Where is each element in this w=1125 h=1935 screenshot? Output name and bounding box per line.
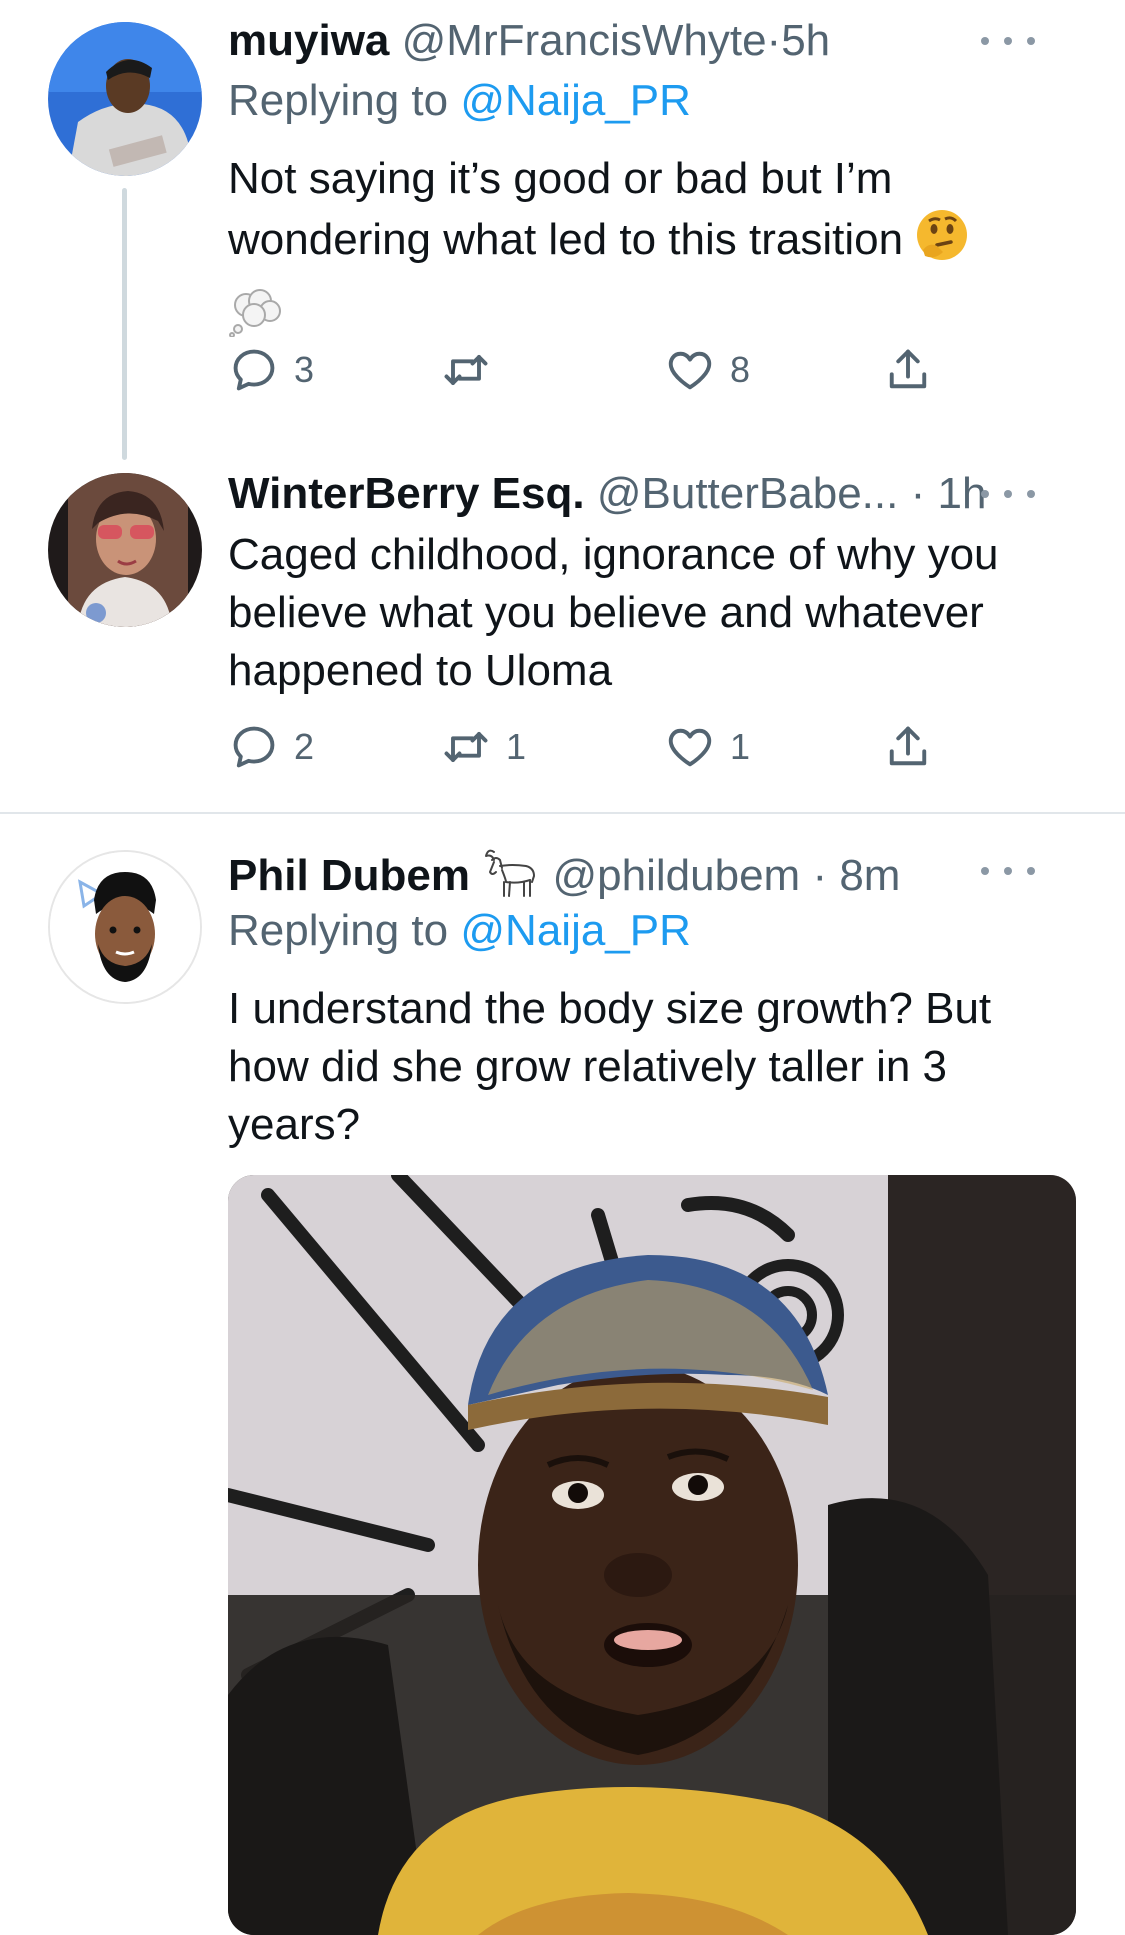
retweet-count: 1	[506, 726, 527, 767]
replying-prefix: Replying to	[228, 906, 449, 955]
avatar[interactable]	[48, 850, 202, 1004]
divider	[0, 812, 1125, 814]
tweet-media-image[interactable]	[228, 1175, 1076, 1935]
reply-icon	[233, 726, 275, 768]
tweet-text-content: I understand the body size growth? But h…	[228, 984, 992, 1149]
display-name[interactable]: WinterBerry Esq.	[228, 469, 585, 518]
tweet-header: Phil Dubem @phildubem · 8m	[228, 846, 1065, 900]
mention-link[interactable]: @Naija_PR	[460, 76, 691, 125]
display-name[interactable]: Phil Dubem	[228, 851, 470, 900]
more-icon[interactable]	[981, 469, 1035, 519]
tweet-muyiwa[interactable]: muyiwa @MrFrancisWhyte·5h Replying to @N…	[0, 0, 1125, 460]
like-count: 1	[730, 726, 751, 767]
tweet-text: Not saying it’s good or bad but I’m wond…	[228, 150, 1055, 352]
share-icon	[889, 349, 927, 389]
mention-link[interactable]: @Naija_PR	[460, 906, 691, 955]
user-handle[interactable]: @phildubem	[553, 851, 801, 900]
separator-dot: ·	[812, 851, 828, 901]
like-icon	[668, 728, 712, 767]
tweet-text-content: Not saying it’s good or bad but I’m wond…	[228, 154, 904, 265]
share-icon	[889, 726, 927, 766]
timestamp[interactable]: 8m	[839, 851, 900, 900]
timestamp[interactable]: 1h	[937, 469, 986, 518]
display-name[interactable]: muyiwa	[228, 16, 389, 65]
avatar[interactable]	[48, 22, 202, 176]
share-button[interactable]	[882, 717, 934, 777]
tweet-text: I understand the body size growth? But h…	[228, 980, 1055, 1154]
thinking-face-icon	[915, 208, 969, 277]
like-icon	[668, 351, 712, 390]
like-button[interactable]: 1	[664, 717, 750, 777]
share-button[interactable]	[882, 340, 934, 400]
replying-prefix: Replying to	[228, 76, 449, 125]
goat-icon	[482, 846, 540, 911]
reply-count: 2	[294, 726, 315, 767]
tweet-text: Caged childhood, ignorance of why you be…	[228, 526, 1055, 700]
replying-to: Replying to @Naija_PR	[228, 906, 691, 956]
retweet-icon	[444, 732, 488, 762]
user-handle[interactable]: @ButterBabe...	[597, 469, 899, 518]
retweet-icon	[444, 355, 488, 385]
action-bar: 2 1 1	[228, 717, 968, 777]
more-icon[interactable]	[981, 846, 1035, 896]
separator-dot: ·	[766, 16, 782, 65]
more-icon[interactable]	[981, 16, 1035, 66]
separator-dot: ·	[910, 469, 926, 518]
tweet-winterberry[interactable]: WinterBerry Esq. @ButterBabe... · 1h Cag…	[0, 460, 1125, 805]
reply-button[interactable]: 3	[228, 340, 314, 400]
user-handle[interactable]: @MrFrancisWhyte	[402, 16, 767, 65]
tweet-header: WinterBerry Esq. @ButterBabe... · 1h	[228, 469, 1065, 519]
timestamp[interactable]: 5h	[781, 16, 830, 65]
retweet-button[interactable]	[440, 340, 506, 400]
action-bar: 3 8	[228, 340, 968, 400]
reply-button[interactable]: 2	[228, 717, 314, 777]
like-count: 8	[730, 349, 751, 390]
retweet-button[interactable]: 1	[440, 717, 526, 777]
like-button[interactable]: 8	[664, 340, 750, 400]
reply-count: 3	[294, 349, 315, 390]
thread-line	[122, 188, 127, 460]
tweet-text-content: Caged childhood, ignorance of why you be…	[228, 530, 999, 695]
replying-to: Replying to @Naija_PR	[228, 76, 691, 126]
tweet-header: muyiwa @MrFrancisWhyte·5h	[228, 16, 1065, 66]
reply-icon	[233, 349, 275, 391]
avatar[interactable]	[48, 473, 202, 627]
